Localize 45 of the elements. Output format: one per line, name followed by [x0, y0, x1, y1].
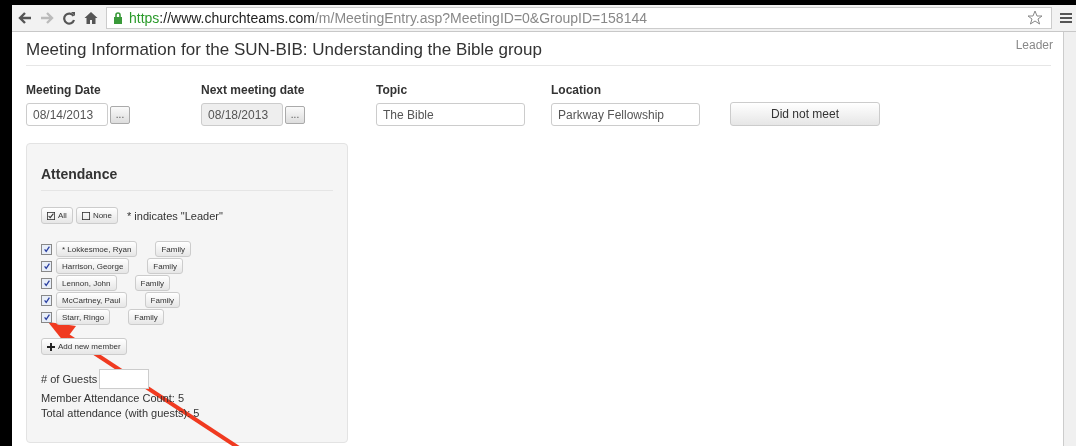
member-button[interactable]: Starr, Ringo — [56, 309, 111, 325]
field-label: Topic — [376, 83, 409, 97]
checkbox[interactable] — [41, 311, 52, 323]
did-not-meet-button[interactable]: Did not meet — [730, 102, 880, 126]
member-button[interactable]: Harrison, George — [56, 258, 130, 274]
checkbox[interactable] — [41, 294, 52, 306]
checkbox[interactable] — [41, 277, 52, 289]
family-button[interactable]: Family — [134, 275, 171, 291]
field-label: Location — [551, 83, 602, 97]
add-member-button[interactable]: Add new member — [41, 338, 127, 355]
checkbox[interactable] — [41, 243, 52, 255]
family-button[interactable]: Family — [144, 292, 181, 308]
family-button[interactable]: Family — [155, 241, 191, 257]
empty-box-icon — [81, 211, 90, 220]
text-field[interactable]: The Bible — [376, 103, 525, 126]
star-icon[interactable] — [1027, 10, 1043, 26]
member-button[interactable]: McCartney, Paul — [56, 292, 127, 308]
back-icon[interactable] — [18, 11, 32, 25]
role-label: Leader — [1015, 38, 1053, 52]
member-button[interactable]: * Lokkesmoe, Ryan — [56, 241, 138, 257]
member-button[interactable]: Lennon, John — [56, 275, 117, 291]
scrollbar[interactable] — [1063, 32, 1076, 446]
text-field[interactable]: Parkway Fellowship — [551, 103, 700, 126]
checked-box-icon — [47, 211, 55, 220]
date-picker-button[interactable]: ... — [110, 105, 130, 124]
address-bar[interactable]: https://www.churchteams.com/m/MeetingEntry.asp?MeetingID=0&GroupID=158144 — [106, 7, 1052, 29]
reload-icon[interactable] — [62, 11, 76, 25]
plus-icon — [47, 342, 55, 351]
menu-icon[interactable] — [1060, 12, 1072, 24]
lock-icon — [113, 12, 123, 24]
url-text: https://www.churchteams.com/m/MeetingEntry.asp?MeetingID=0&GroupID=158144 — [129, 10, 648, 26]
guests-label: # of Guests — [41, 373, 98, 385]
select-all-button[interactable]: All — [41, 207, 73, 224]
page-title: Meeting Information for the SUN-BIB: Understanding the Bible group — [26, 40, 542, 60]
select-none-button[interactable]: None — [75, 207, 118, 224]
family-button[interactable]: Family — [147, 258, 183, 274]
home-icon[interactable] — [84, 11, 98, 25]
date-field[interactable]: 08/14/2013 — [26, 103, 108, 126]
field-label: Next meeting date — [201, 83, 306, 97]
leader-note: * indicates "Leader" — [127, 209, 223, 222]
family-button[interactable]: Family — [128, 309, 164, 325]
guests-field[interactable] — [99, 369, 150, 389]
panel-title: Attendance — [41, 144, 333, 191]
field-label: Meeting Date — [26, 83, 102, 97]
checkbox[interactable] — [41, 260, 52, 272]
